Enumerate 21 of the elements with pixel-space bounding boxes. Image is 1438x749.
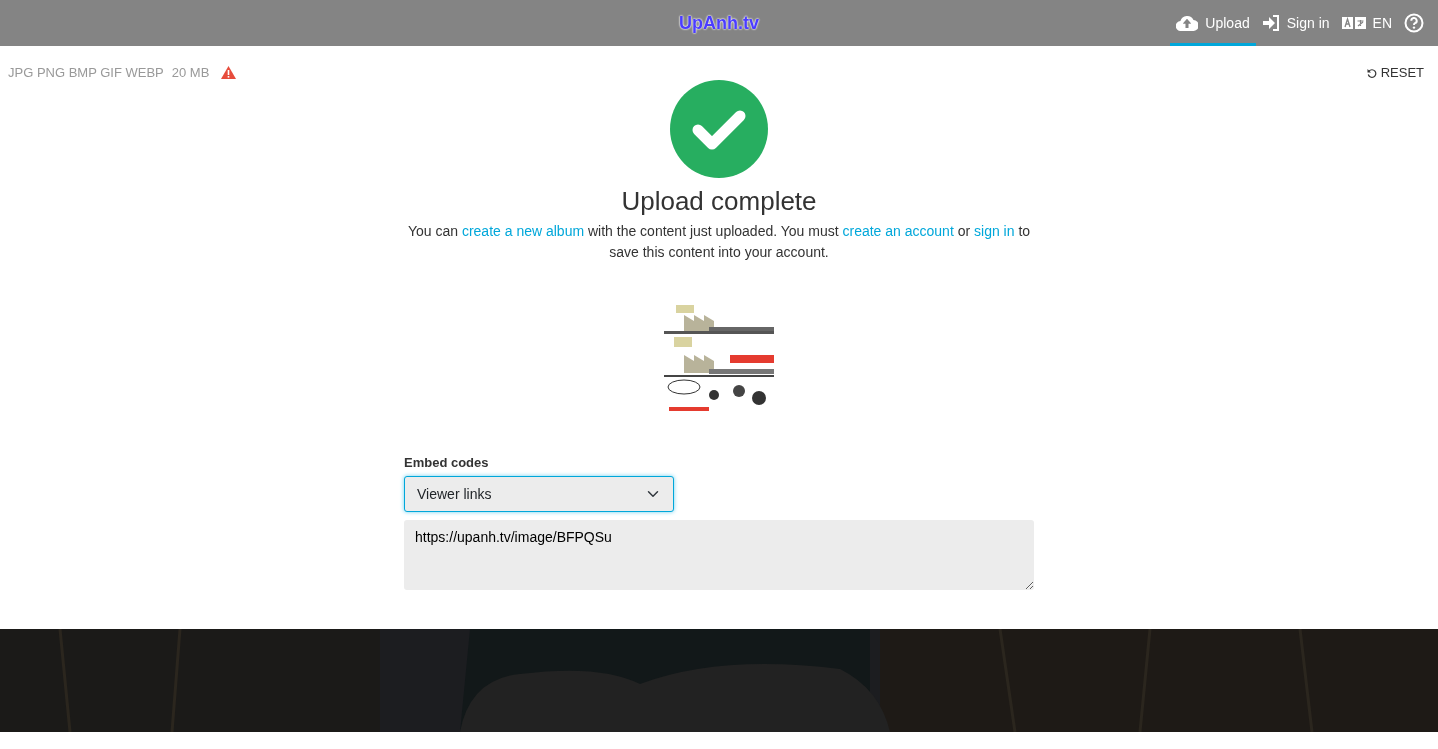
- signin-link[interactable]: Sign in: [1255, 0, 1336, 46]
- language-link[interactable]: EN: [1335, 0, 1398, 46]
- text-link[interactable]: create a new album: [461, 222, 585, 239]
- undo-icon: [1366, 67, 1377, 78]
- upload-link[interactable]: Upload: [1170, 0, 1256, 46]
- field-label: Embed codes: [404, 453, 490, 472]
- cloud-upload-icon: [1176, 15, 1199, 31]
- upload-message: You can create a new album with the content just uploaded. You must create an account or sign in to save this content into your account.: [406, 221, 1032, 262]
- size-limit: 20 MB: [171, 64, 210, 82]
- reset-button[interactable]: RESET: [1360, 62, 1430, 84]
- sign-in-icon: [1261, 15, 1280, 31]
- embed-code-field[interactable]: https://upanh.tv/image/BFPQSu: [404, 520, 1034, 591]
- warning-icon[interactable]: [221, 66, 237, 80]
- help-icon: [1404, 13, 1424, 33]
- file-formats: JPG PNG BMP GIF WEBP: [8, 64, 164, 82]
- success-check-icon: [670, 79, 768, 178]
- upload-title: Upload complete: [621, 185, 817, 217]
- translate-icon: [1341, 17, 1366, 29]
- text-link[interactable]: sign in: [974, 222, 1015, 239]
- text-link[interactable]: create an account: [842, 222, 954, 239]
- embed-type-select[interactable]: Viewer links: [404, 476, 674, 513]
